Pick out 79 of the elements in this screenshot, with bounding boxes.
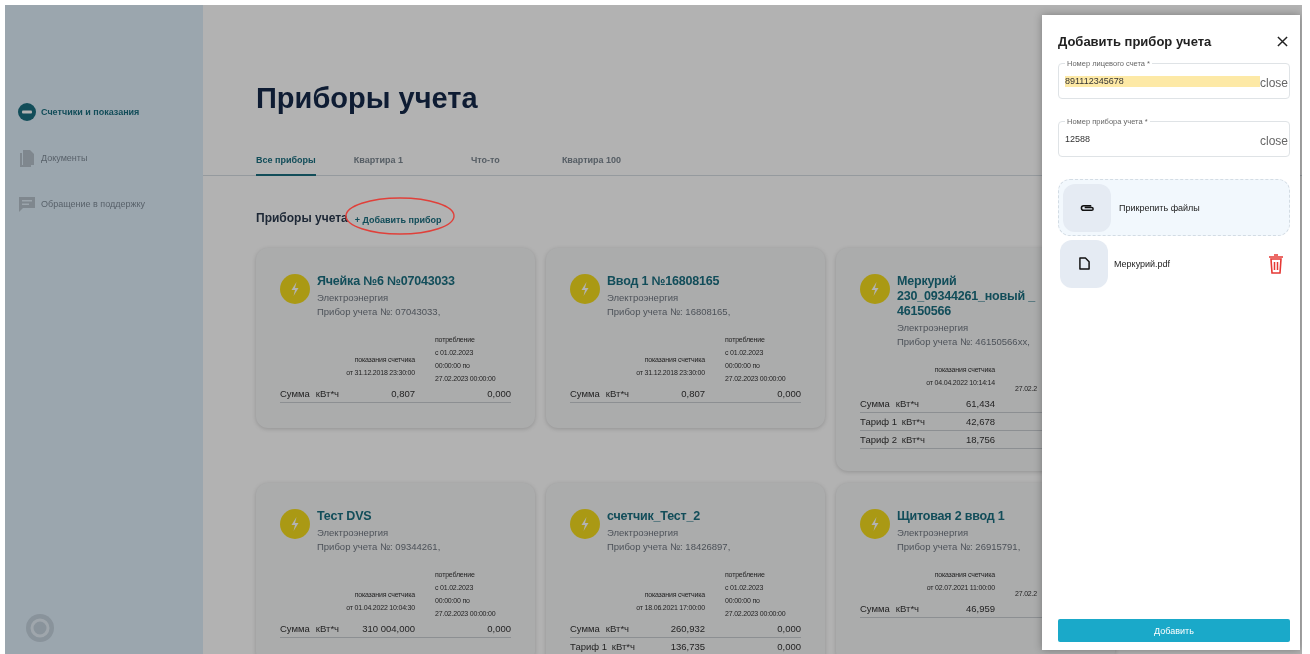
lightning-icon: [280, 509, 310, 539]
reading-value: 260,932: [670, 623, 705, 634]
device-type: Электроэнергия: [897, 526, 970, 540]
tab[interactable]: Квартира 100: [561, 146, 622, 176]
page-title: Приборы учета: [256, 81, 478, 116]
device-number: Прибор учета №: 16808165,: [607, 305, 732, 319]
device-number: Прибор учета №: 07043033,: [317, 305, 442, 319]
reading-value: 136,735: [670, 641, 705, 652]
unit-label: кВт*ч: [901, 434, 925, 445]
row-label: Сумма: [280, 388, 310, 399]
device-title: Ввод 1 №16808165: [607, 274, 721, 289]
row-label: Тариф 1: [570, 641, 606, 652]
clear-button[interactable]: close: [1260, 134, 1288, 148]
lightning-icon: [570, 509, 600, 539]
field-value: 891112345678: [1065, 75, 1260, 87]
close-icon[interactable]: [1277, 35, 1288, 47]
consumption-value: 0,000: [487, 623, 511, 634]
unit-label: кВт*ч: [315, 623, 340, 634]
device-type: Электроэнергия: [607, 291, 680, 305]
unit-label: кВт*ч: [611, 641, 635, 652]
reading-value: 0,807: [391, 388, 415, 399]
attach-label: Прикрепить файлы: [1119, 202, 1200, 213]
row-label: Сумма: [570, 388, 600, 399]
tab[interactable]: Квартира 1: [353, 146, 403, 176]
file-name: Меркурий.pdf: [1114, 258, 1172, 269]
reading-value: 310 004,000: [362, 623, 415, 634]
row-label: Сумма: [860, 603, 890, 614]
row-label: Тариф 2: [860, 434, 896, 445]
unit-label: кВт*ч: [315, 388, 340, 399]
clear-button[interactable]: close: [1260, 76, 1288, 90]
device-type: Электроэнергия: [317, 291, 390, 305]
unit-label: кВт*ч: [605, 623, 630, 634]
reading-value: 0,807: [681, 388, 705, 399]
device-title: Меркурий 230_09344261_новый _ 46150566: [897, 274, 1037, 319]
unit-label: кВт*ч: [895, 398, 920, 409]
device-type: Электроэнергия: [317, 526, 390, 540]
unit-label: кВт*ч: [605, 388, 630, 399]
paperclip-icon: [1079, 202, 1095, 213]
device-title: Ячейка №6 №07043033: [317, 274, 456, 289]
documents-icon: [18, 149, 36, 167]
device-title: Тест DVS: [317, 509, 373, 524]
unit-label: кВт*ч: [901, 416, 925, 427]
row-label: Сумма: [280, 623, 310, 634]
device-card[interactable]: [546, 483, 825, 654]
lightning-icon: [860, 274, 890, 304]
device-title: счетчик_Тест_2: [607, 509, 701, 524]
attach-files-zone[interactable]: Прикрепить файлы: [1058, 179, 1290, 236]
reading-value: 42,678: [965, 416, 995, 427]
field-value: 12588: [1065, 133, 1092, 145]
lightning-icon: [280, 274, 310, 304]
section-title: Приборы учета: [256, 211, 348, 225]
consumption-value: 0,000: [487, 388, 511, 399]
delete-icon[interactable]: [1268, 253, 1284, 274]
device-number: Прибор учета №: 46150566хх,: [897, 335, 1031, 349]
device-number: Прибор учета №: 18426897,: [607, 540, 732, 554]
lightning-icon: [570, 274, 600, 304]
reading-value: 46,959: [965, 603, 995, 614]
device-number: Прибор учета №: 09344261,: [317, 540, 442, 554]
tab[interactable]: Все приборы: [256, 146, 316, 176]
reading-value: 61,434: [965, 398, 995, 409]
row-label: Сумма: [570, 623, 600, 634]
device-type: Электроэнергия: [607, 526, 680, 540]
reading-value: 18,756: [965, 434, 995, 445]
chat-icon: [18, 195, 36, 213]
consumption-value: 0,000: [777, 388, 801, 399]
tab[interactable]: Что-то: [470, 146, 500, 176]
row-label: Сумма: [860, 398, 890, 409]
unit-label: кВт*ч: [895, 603, 920, 614]
document-icon: [1078, 257, 1090, 270]
consumption-value: 0,000: [777, 623, 801, 634]
panel-title: Добавить прибор учета: [1058, 33, 1212, 49]
device-title: Щитовая 2 ввод 1: [897, 509, 1006, 524]
consumption-value: 0,000: [777, 641, 801, 652]
row-label: Тариф 1: [860, 416, 896, 427]
device-type: Электроэнергия: [897, 321, 970, 335]
lightning-icon: [860, 509, 890, 539]
meter-badge-icon: [18, 103, 36, 121]
device-number: Прибор учета №: 26915791,: [897, 540, 1022, 554]
sidebar-item[interactable]: Счетчики и показания: [18, 103, 203, 121]
